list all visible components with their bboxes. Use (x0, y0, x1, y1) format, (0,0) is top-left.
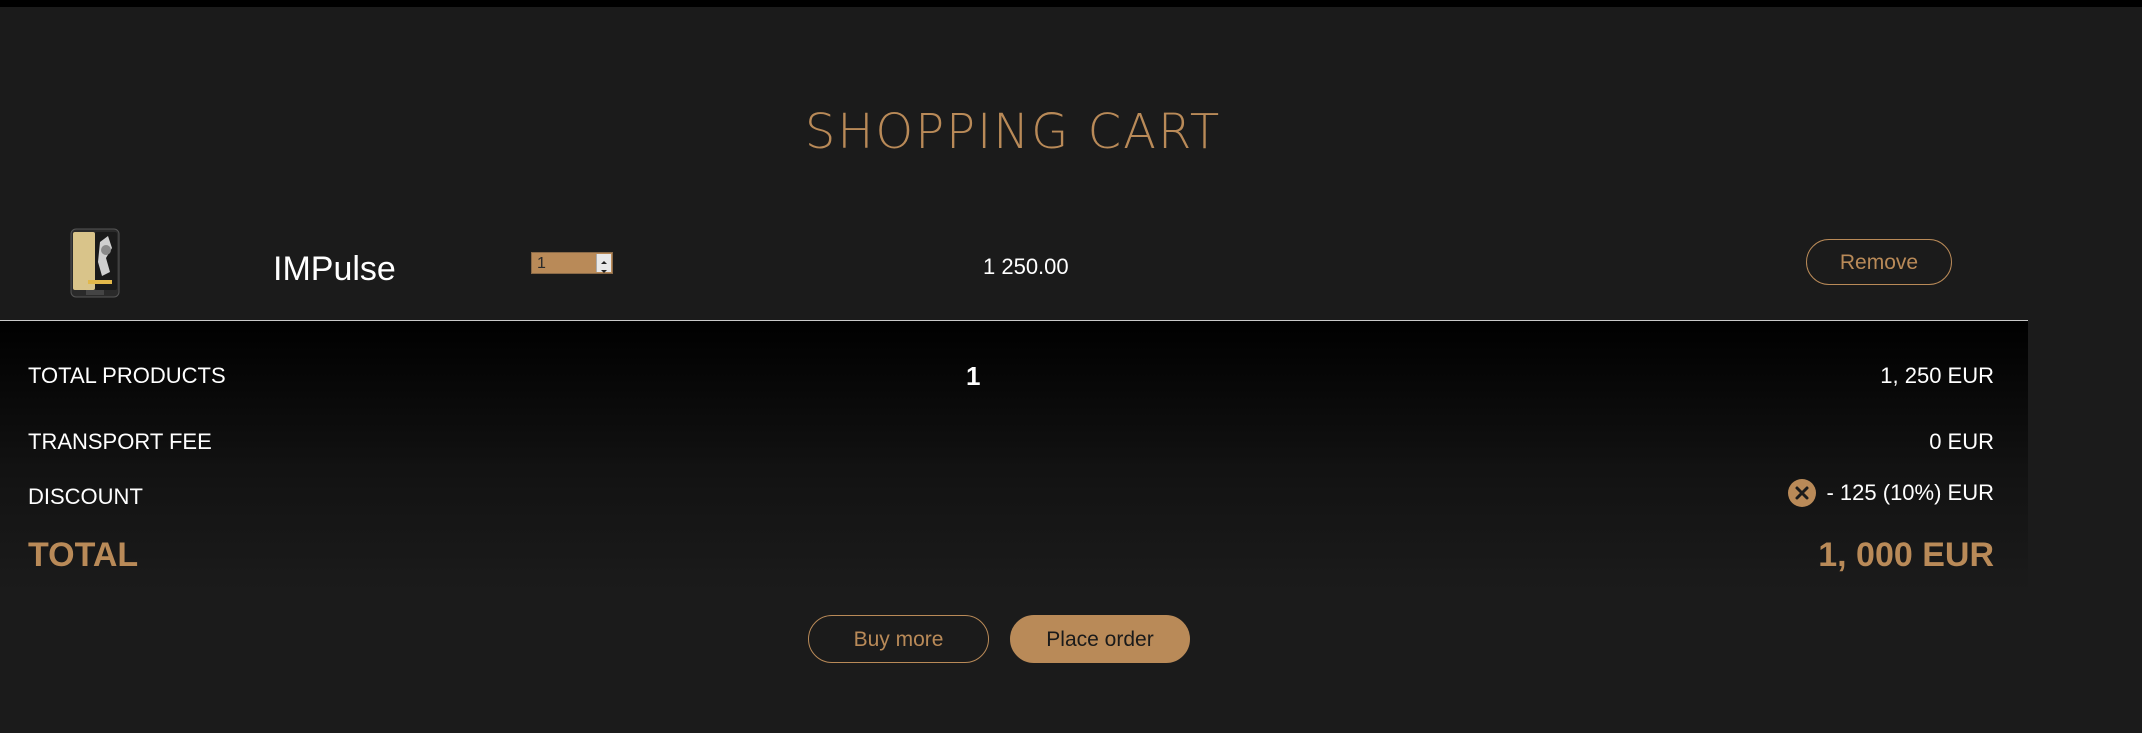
quantity-value[interactable]: 1 (537, 255, 546, 273)
transport-fee-value: 0 EUR (1929, 429, 1994, 454)
quantity-stepper[interactable]: 1 (531, 252, 613, 274)
phone-product-icon[interactable] (70, 228, 120, 298)
remove-button[interactable]: Remove (1806, 239, 1952, 285)
chevron-down-icon[interactable] (597, 263, 611, 273)
discount-value: - 125 (10%) EUR (1826, 480, 1994, 505)
discount-value-group: - 125 (10%) EUR (1788, 479, 1994, 507)
total-products-value: 1, 250 EUR (1880, 363, 1994, 388)
top-strip (0, 0, 2142, 7)
total-value: 1, 000 EUR (1818, 536, 1994, 574)
place-order-button[interactable]: Place order (1010, 615, 1190, 663)
total-products-count: 1 (966, 361, 981, 391)
chevron-up-icon[interactable] (597, 254, 611, 264)
discount-label: DISCOUNT (28, 484, 143, 509)
cart-item-row: IMPulse 1 1 250.00 Remove (0, 220, 2026, 320)
product-price: 1 250.00 (983, 254, 1069, 279)
close-icon[interactable] (1788, 479, 1817, 507)
transport-fee-label: TRANSPORT FEE (28, 429, 212, 454)
total-products-label: TOTAL PRODUCTS (28, 363, 226, 388)
product-name[interactable]: IMPulse (273, 250, 396, 289)
buy-more-button[interactable]: Buy more (808, 615, 989, 663)
quantity-spinner[interactable] (596, 254, 611, 273)
page-title: SHOPPING CART (804, 104, 1222, 160)
total-label: TOTAL (28, 536, 139, 574)
order-summary: TOTAL PRODUCTS 1 1, 250 EUR TRANSPORT FE… (0, 321, 2028, 591)
